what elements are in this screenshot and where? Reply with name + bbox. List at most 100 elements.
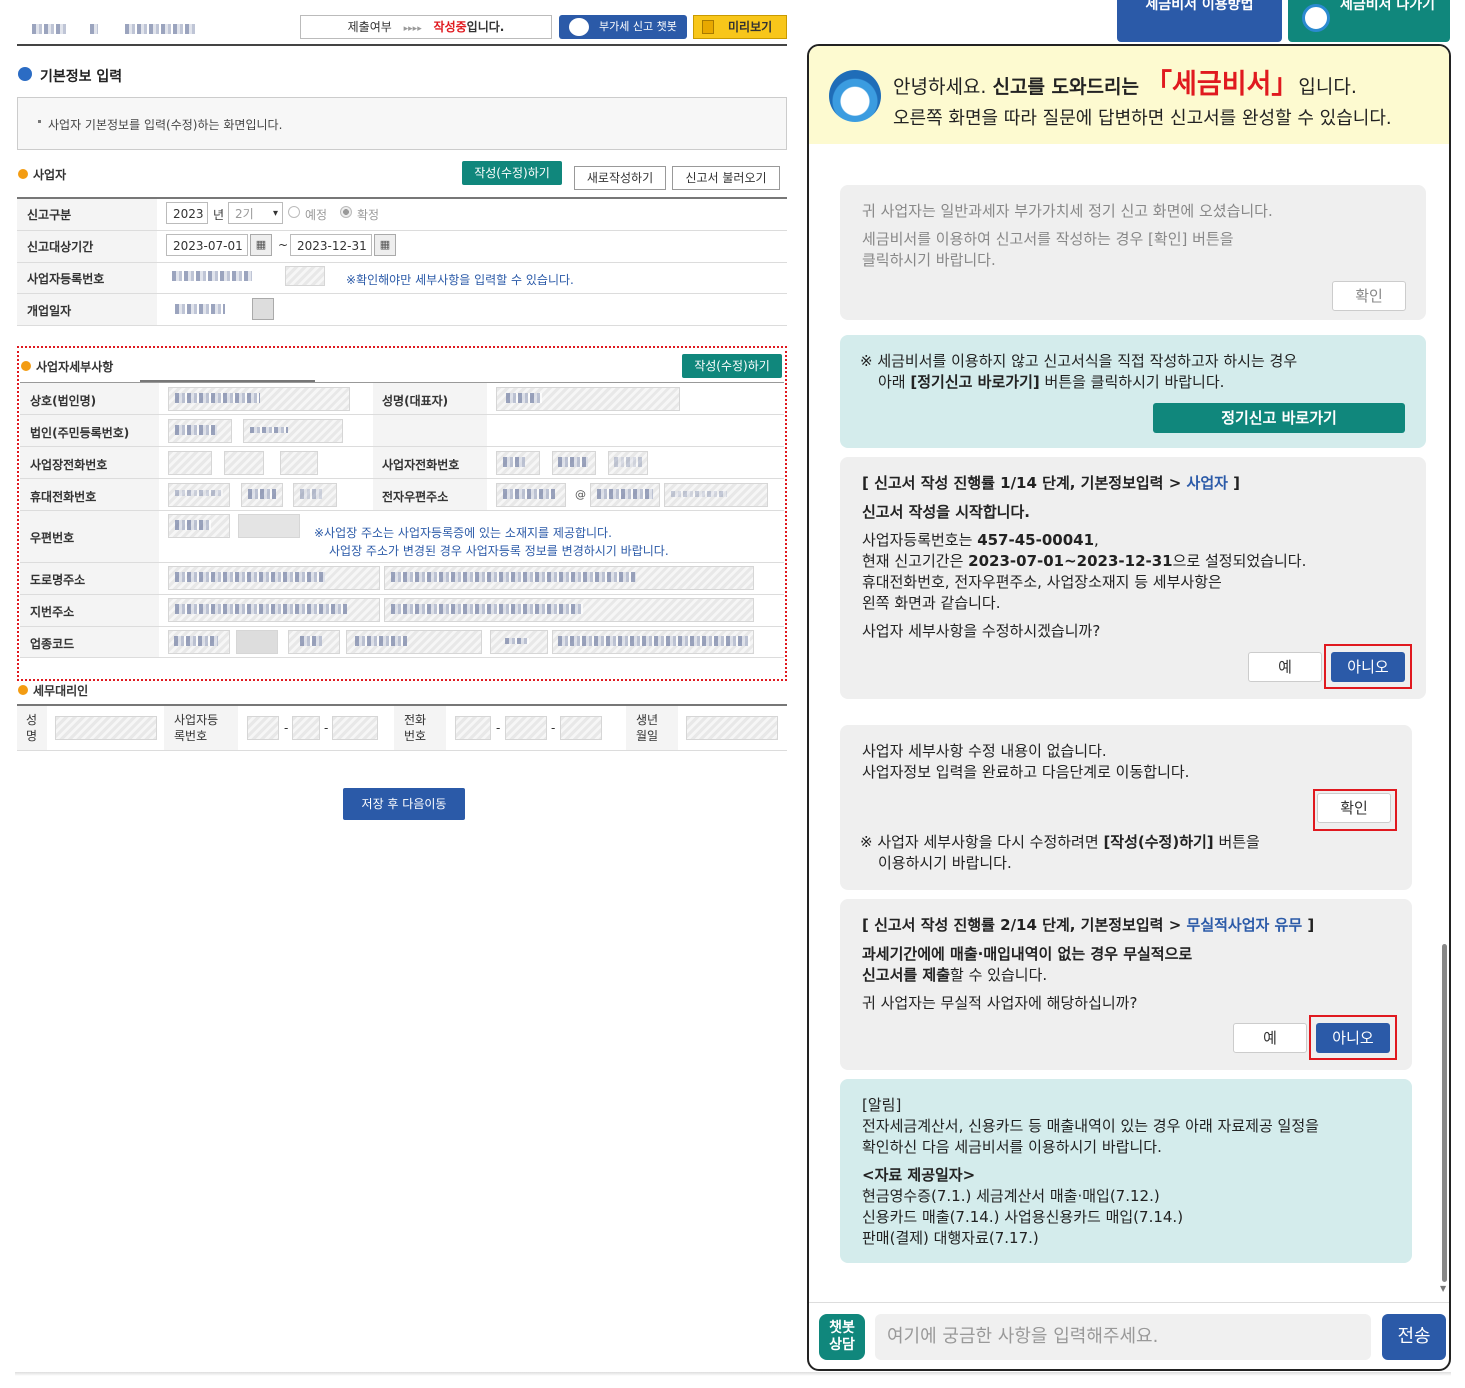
no-change-message: 사업자 세부사항 수정 내용이 없습니다. 사업자정보 입력을 완료하고 다음단… bbox=[840, 725, 1412, 890]
detail-edit-button[interactable]: 작성(수정)하기 bbox=[682, 354, 782, 378]
no-change-confirm-highlight bbox=[1313, 789, 1397, 831]
corp-no-value-2 bbox=[250, 427, 288, 433]
step2-progress-link[interactable]: 무실적사업자 유무 bbox=[1187, 916, 1303, 934]
step1-question: 사업자 세부사항을 수정하시겠습니까? bbox=[862, 622, 1101, 640]
load-report-button[interactable]: 신고서 불러오기 bbox=[672, 166, 780, 190]
corp-no-label: 법인(주민등록번호) bbox=[30, 426, 130, 440]
zip-hint-1: ※사업장 주소는 사업자등록증에 있는 소재지를 제공합니다. bbox=[314, 526, 612, 540]
radio-preliminary[interactable] bbox=[288, 206, 300, 218]
year-input[interactable]: 2023 bbox=[166, 202, 208, 224]
notice-schedule-2: 신용카드 매출(7.14.) 사업용신용카드 매입(7.14.) bbox=[862, 1208, 1184, 1226]
rep-value bbox=[506, 393, 542, 403]
industry-code-label: 업종코드 bbox=[30, 637, 75, 651]
send-button[interactable]: 전송 bbox=[1382, 1314, 1446, 1360]
detail-title: 사업자세부사항 bbox=[36, 360, 114, 374]
agent-phone-input-1[interactable] bbox=[455, 716, 491, 740]
preview-button[interactable]: 미리보기 bbox=[693, 15, 787, 39]
scroll-down-icon[interactable]: ▼ bbox=[1440, 1284, 1446, 1293]
reg-no-confirm-button[interactable] bbox=[285, 266, 325, 286]
guide-tab[interactable]: 세금비서 이용방법 bbox=[1117, 0, 1282, 42]
chatbot-consult-label: 챗봇상담 bbox=[829, 1320, 855, 1353]
zip-search-button[interactable] bbox=[238, 514, 300, 538]
agent-name-label: 성명 bbox=[26, 713, 38, 743]
intro-confirm-button[interactable]: 확인 bbox=[1332, 281, 1406, 311]
calendar-icon[interactable]: ▦ bbox=[250, 234, 272, 256]
step2-yes-button[interactable]: 예 bbox=[1233, 1023, 1307, 1053]
business-title: 사업자 bbox=[33, 168, 67, 182]
agent-name-input[interactable] bbox=[55, 716, 157, 740]
agent-birth-label: 생년월일 bbox=[636, 713, 659, 743]
step1-progress-link[interactable]: 사업자 bbox=[1187, 474, 1228, 492]
robot-icon bbox=[1302, 4, 1330, 32]
no-change-note-1b: [작성(수정)하기] bbox=[1103, 833, 1214, 851]
biz-phone-input-3[interactable] bbox=[280, 451, 318, 475]
submission-status: 제출여부 ▸▸▸▸ 작성중입니다. bbox=[300, 15, 552, 39]
step1-message: [ 신고서 작성 진행률 1/14 단계, 기본정보입력 > 사업자 ] 신고서… bbox=[840, 457, 1426, 699]
industry-code-value bbox=[174, 636, 218, 646]
agent-birth-input[interactable] bbox=[686, 716, 778, 740]
agent-reg-input-3[interactable] bbox=[332, 716, 378, 740]
step1-progress-end: ] bbox=[1233, 474, 1241, 492]
save-next-button[interactable]: 저장 후 다음이동 bbox=[343, 788, 465, 820]
agent-reg-dash-1: - bbox=[284, 721, 289, 735]
report-type-label: 신고구분 bbox=[27, 208, 72, 222]
step1-progress: [ 신고서 작성 진행률 1/14 단계, 기본정보입력 > 사업자 ] bbox=[862, 473, 1240, 494]
intro-text-2: 세금비서를 이용하여 신고서를 작성하는 경우 [확인] 버튼을 bbox=[862, 230, 1234, 248]
greeting-line-2: 오른쪽 화면을 따라 질문에 답변하면 신고서를 완성할 수 있습니다. bbox=[893, 108, 1392, 129]
agent-phone-input-3[interactable] bbox=[560, 716, 602, 740]
biz-phone-input-1[interactable] bbox=[168, 451, 212, 475]
step1-yes-button[interactable]: 예 bbox=[1248, 652, 1322, 682]
mobile-value-1 bbox=[175, 490, 223, 496]
notice-subtitle: <자료 제공일자> bbox=[862, 1166, 976, 1184]
notice-title: [알림] bbox=[862, 1096, 902, 1114]
header-divider bbox=[17, 44, 787, 46]
business-edit-button[interactable]: 작성(수정)하기 bbox=[462, 161, 562, 185]
notice-box: 사업자 기본정보를 입력(수정)하는 화면입니다. bbox=[17, 97, 787, 150]
biz-phone2-label: 사업자전화번호 bbox=[382, 458, 460, 472]
info-circle-icon bbox=[18, 67, 32, 81]
corp-no-value-1 bbox=[175, 425, 217, 435]
step1-no-highlight bbox=[1324, 644, 1412, 689]
industry-field-3-value bbox=[505, 638, 529, 644]
step2-text-2b: 할 수 있습니다. bbox=[950, 966, 1048, 984]
step1-progress-text: [ 신고서 작성 진행률 1/14 단계, 기본정보입력 > bbox=[862, 474, 1182, 492]
radio-preliminary-label: 예정 bbox=[305, 208, 328, 222]
new-report-button[interactable]: 새로작성하기 bbox=[574, 166, 666, 190]
no-change-note-1a: ※ 사업자 세부사항을 다시 수정하려면 bbox=[860, 833, 1099, 851]
industry-field-2-value bbox=[355, 636, 407, 646]
preview-icon bbox=[702, 20, 714, 34]
step1-text-3: 휴대전화번호, 전자우편주소, 사업장소재지 등 세부사항은 bbox=[862, 573, 1222, 591]
date-to-input[interactable]: 2023-12-31 bbox=[290, 234, 372, 256]
period-label: 신고대상기간 bbox=[27, 240, 94, 254]
reg-no-hint: ※확인해야만 세부사항을 입력할 수 있습니다. bbox=[346, 273, 574, 287]
no-change-note-2: 이용하시기 바랍니다. bbox=[878, 854, 1012, 872]
agent-phone-input-2[interactable] bbox=[505, 716, 547, 740]
email-domain-select-value bbox=[671, 491, 727, 497]
agent-phone-dash-1: - bbox=[496, 721, 501, 735]
biz-phone-input-2[interactable] bbox=[224, 451, 264, 475]
direct-report-text-2c: 버튼을 클릭하시기 바랍니다. bbox=[1044, 373, 1225, 391]
biz-phone2-value-1 bbox=[503, 457, 525, 467]
chatbot-consult-badge[interactable]: 챗봇상담 bbox=[819, 1314, 865, 1360]
period-select[interactable]: 2기 ▾ bbox=[228, 202, 283, 224]
no-change-note-1c: 버튼을 bbox=[1218, 833, 1260, 851]
greeting-line-1: 안녕하세요. 신고를 도와드리는 「세금비서」입니다. bbox=[893, 62, 1357, 101]
chat-scrollbar[interactable] bbox=[1442, 944, 1447, 1282]
calendar-icon-3[interactable] bbox=[252, 298, 274, 320]
road-address-value-2 bbox=[391, 572, 636, 582]
calendar-icon-2[interactable]: ▦ bbox=[374, 234, 396, 256]
radio-final[interactable] bbox=[340, 206, 352, 218]
mobile-value-3 bbox=[300, 489, 322, 499]
page-bottom-shadow bbox=[15, 1372, 1451, 1376]
rep-label: 성명(대표자) bbox=[382, 394, 449, 408]
no-change-text-1: 사업자 세부사항 수정 내용이 없습니다. bbox=[862, 742, 1107, 760]
chat-message-input[interactable]: 여기에 궁금한 사항을 입력해주세요. bbox=[875, 1314, 1371, 1360]
date-from-input[interactable]: 2023-07-01 bbox=[166, 234, 248, 256]
chatbot-button[interactable]: 부가세 신고 챗봇 bbox=[559, 15, 687, 39]
industry-search-button[interactable] bbox=[236, 630, 278, 654]
exit-tab[interactable]: 세금비서 나가기 bbox=[1288, 0, 1450, 42]
agent-reg-input-1[interactable] bbox=[247, 716, 279, 740]
regular-report-shortcut-button[interactable]: 정기신고 바로가기 bbox=[1153, 403, 1405, 433]
biz-phone-label: 사업장전화번호 bbox=[30, 458, 108, 472]
agent-reg-input-2[interactable] bbox=[292, 716, 320, 740]
